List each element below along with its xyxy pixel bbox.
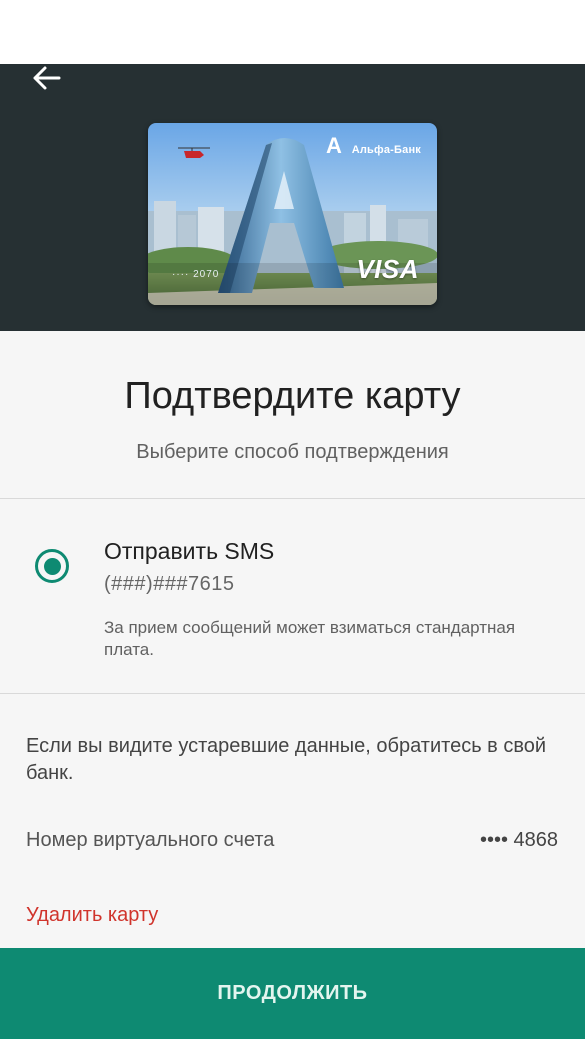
card-bank-name: Альфа-Банк (351, 144, 421, 156)
sms-radio-button[interactable] (35, 549, 69, 583)
delete-card-link[interactable]: Удалить карту (26, 904, 158, 927)
visa-logo: VISA (356, 254, 419, 284)
sms-option-label[interactable]: Отправить SMS (104, 538, 274, 565)
card-number-masked: ···· 2070 (172, 269, 220, 280)
page-title: Подтвердите карту (124, 375, 461, 417)
radio-selected-dot (43, 557, 61, 575)
sms-phone-number: (###)###7615 (104, 573, 235, 595)
back-button[interactable] (26, 64, 66, 96)
virtual-account-label: Номер виртуального счета (26, 829, 275, 851)
alfa-bank-logo: А (326, 133, 342, 158)
divider (0, 498, 585, 499)
divider (0, 693, 585, 694)
bank-card-image: А Альфа-Банк ···· 2070 VISA (148, 123, 437, 305)
page-subtitle: Выберите способ подтверждения (136, 441, 449, 463)
status-bar-area (0, 0, 585, 64)
continue-button[interactable]: ПРОДОЛЖИТЬ (0, 948, 585, 1039)
card-header: А Альфа-Банк ···· 2070 VISA (0, 64, 585, 331)
virtual-account-value: •••• 4868 (479, 829, 558, 851)
arrow-left-icon (31, 65, 61, 96)
outdated-data-notice: Если вы видите устаревшие данные, обрати… (26, 735, 547, 784)
sms-fee-note: За прием сообщений может взиматься станд… (104, 618, 516, 659)
